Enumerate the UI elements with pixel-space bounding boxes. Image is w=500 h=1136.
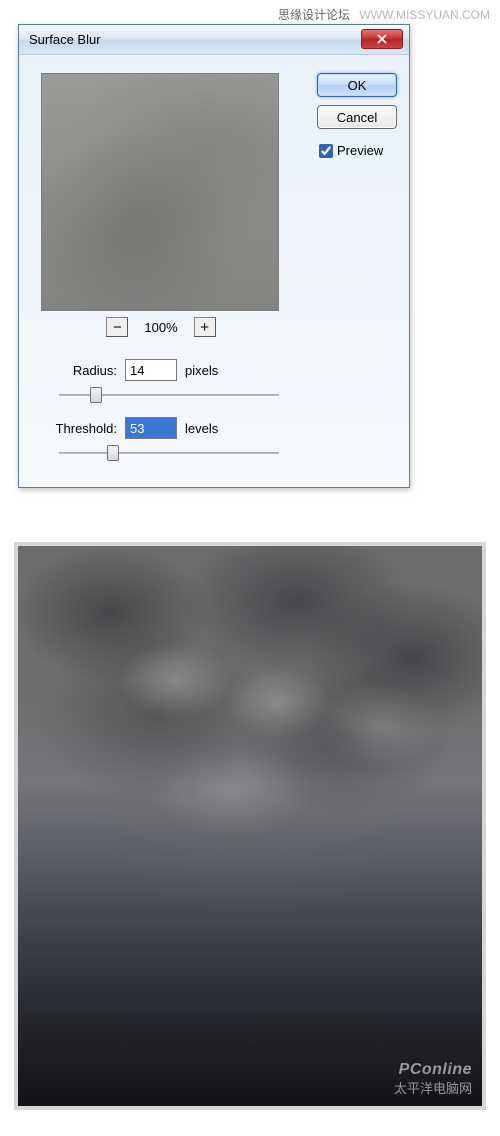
cloud-highlights [18, 546, 482, 1106]
threshold-unit: levels [185, 421, 218, 436]
preview-checkbox[interactable] [319, 144, 333, 158]
button-column: OK Cancel Preview [317, 73, 397, 158]
minus-icon: − [113, 320, 122, 335]
threshold-input[interactable] [125, 417, 177, 439]
surface-blur-dialog: Surface Blur − 100% + Radiu [18, 24, 410, 488]
radius-unit: pixels [185, 363, 218, 378]
page-watermark: 思缘设计论坛 WWW.MISSYUAN.COM [278, 6, 490, 23]
ok-button[interactable]: OK [317, 73, 397, 97]
zoom-percent: 100% [144, 320, 177, 335]
radius-input[interactable] [125, 359, 177, 381]
zoom-in-button[interactable]: + [194, 317, 216, 337]
zoom-controls: − 100% + [41, 317, 281, 337]
close-button[interactable] [361, 29, 403, 49]
close-icon [377, 34, 387, 44]
left-column: − 100% + Radius: pixels Thresho [41, 73, 281, 477]
radius-slider[interactable] [59, 387, 279, 403]
radius-row: Radius: pixels [41, 359, 281, 381]
preview-frame[interactable] [41, 73, 279, 311]
watermark-url: WWW.MISSYUAN.COM [359, 8, 490, 22]
params: Radius: pixels Threshold: levels [41, 359, 281, 461]
watermark-sub: 太平洋电脑网 [394, 1081, 472, 1098]
watermark-brand: PConline [394, 1060, 472, 1081]
threshold-slider-thumb[interactable] [107, 445, 119, 461]
watermark-cn: 思缘设计论坛 [278, 8, 350, 22]
radius-label: Radius: [41, 363, 117, 378]
plus-icon: + [200, 320, 209, 335]
result-watermark: PConline 太平洋电脑网 [394, 1060, 472, 1098]
dialog-body: − 100% + Radius: pixels Thresho [19, 55, 409, 487]
threshold-label: Threshold: [41, 421, 117, 436]
result-image: PConline 太平洋电脑网 [14, 542, 486, 1110]
threshold-row: Threshold: levels [41, 417, 281, 439]
preview-label: Preview [337, 143, 383, 158]
zoom-out-button[interactable]: − [106, 317, 128, 337]
slider-line [59, 452, 279, 454]
preview-toggle[interactable]: Preview [317, 143, 397, 158]
cancel-button[interactable]: Cancel [317, 105, 397, 129]
preview-image [42, 74, 278, 310]
titlebar[interactable]: Surface Blur [19, 25, 409, 55]
dialog-title: Surface Blur [29, 32, 101, 47]
radius-slider-thumb[interactable] [90, 387, 102, 403]
threshold-slider[interactable] [59, 445, 279, 461]
